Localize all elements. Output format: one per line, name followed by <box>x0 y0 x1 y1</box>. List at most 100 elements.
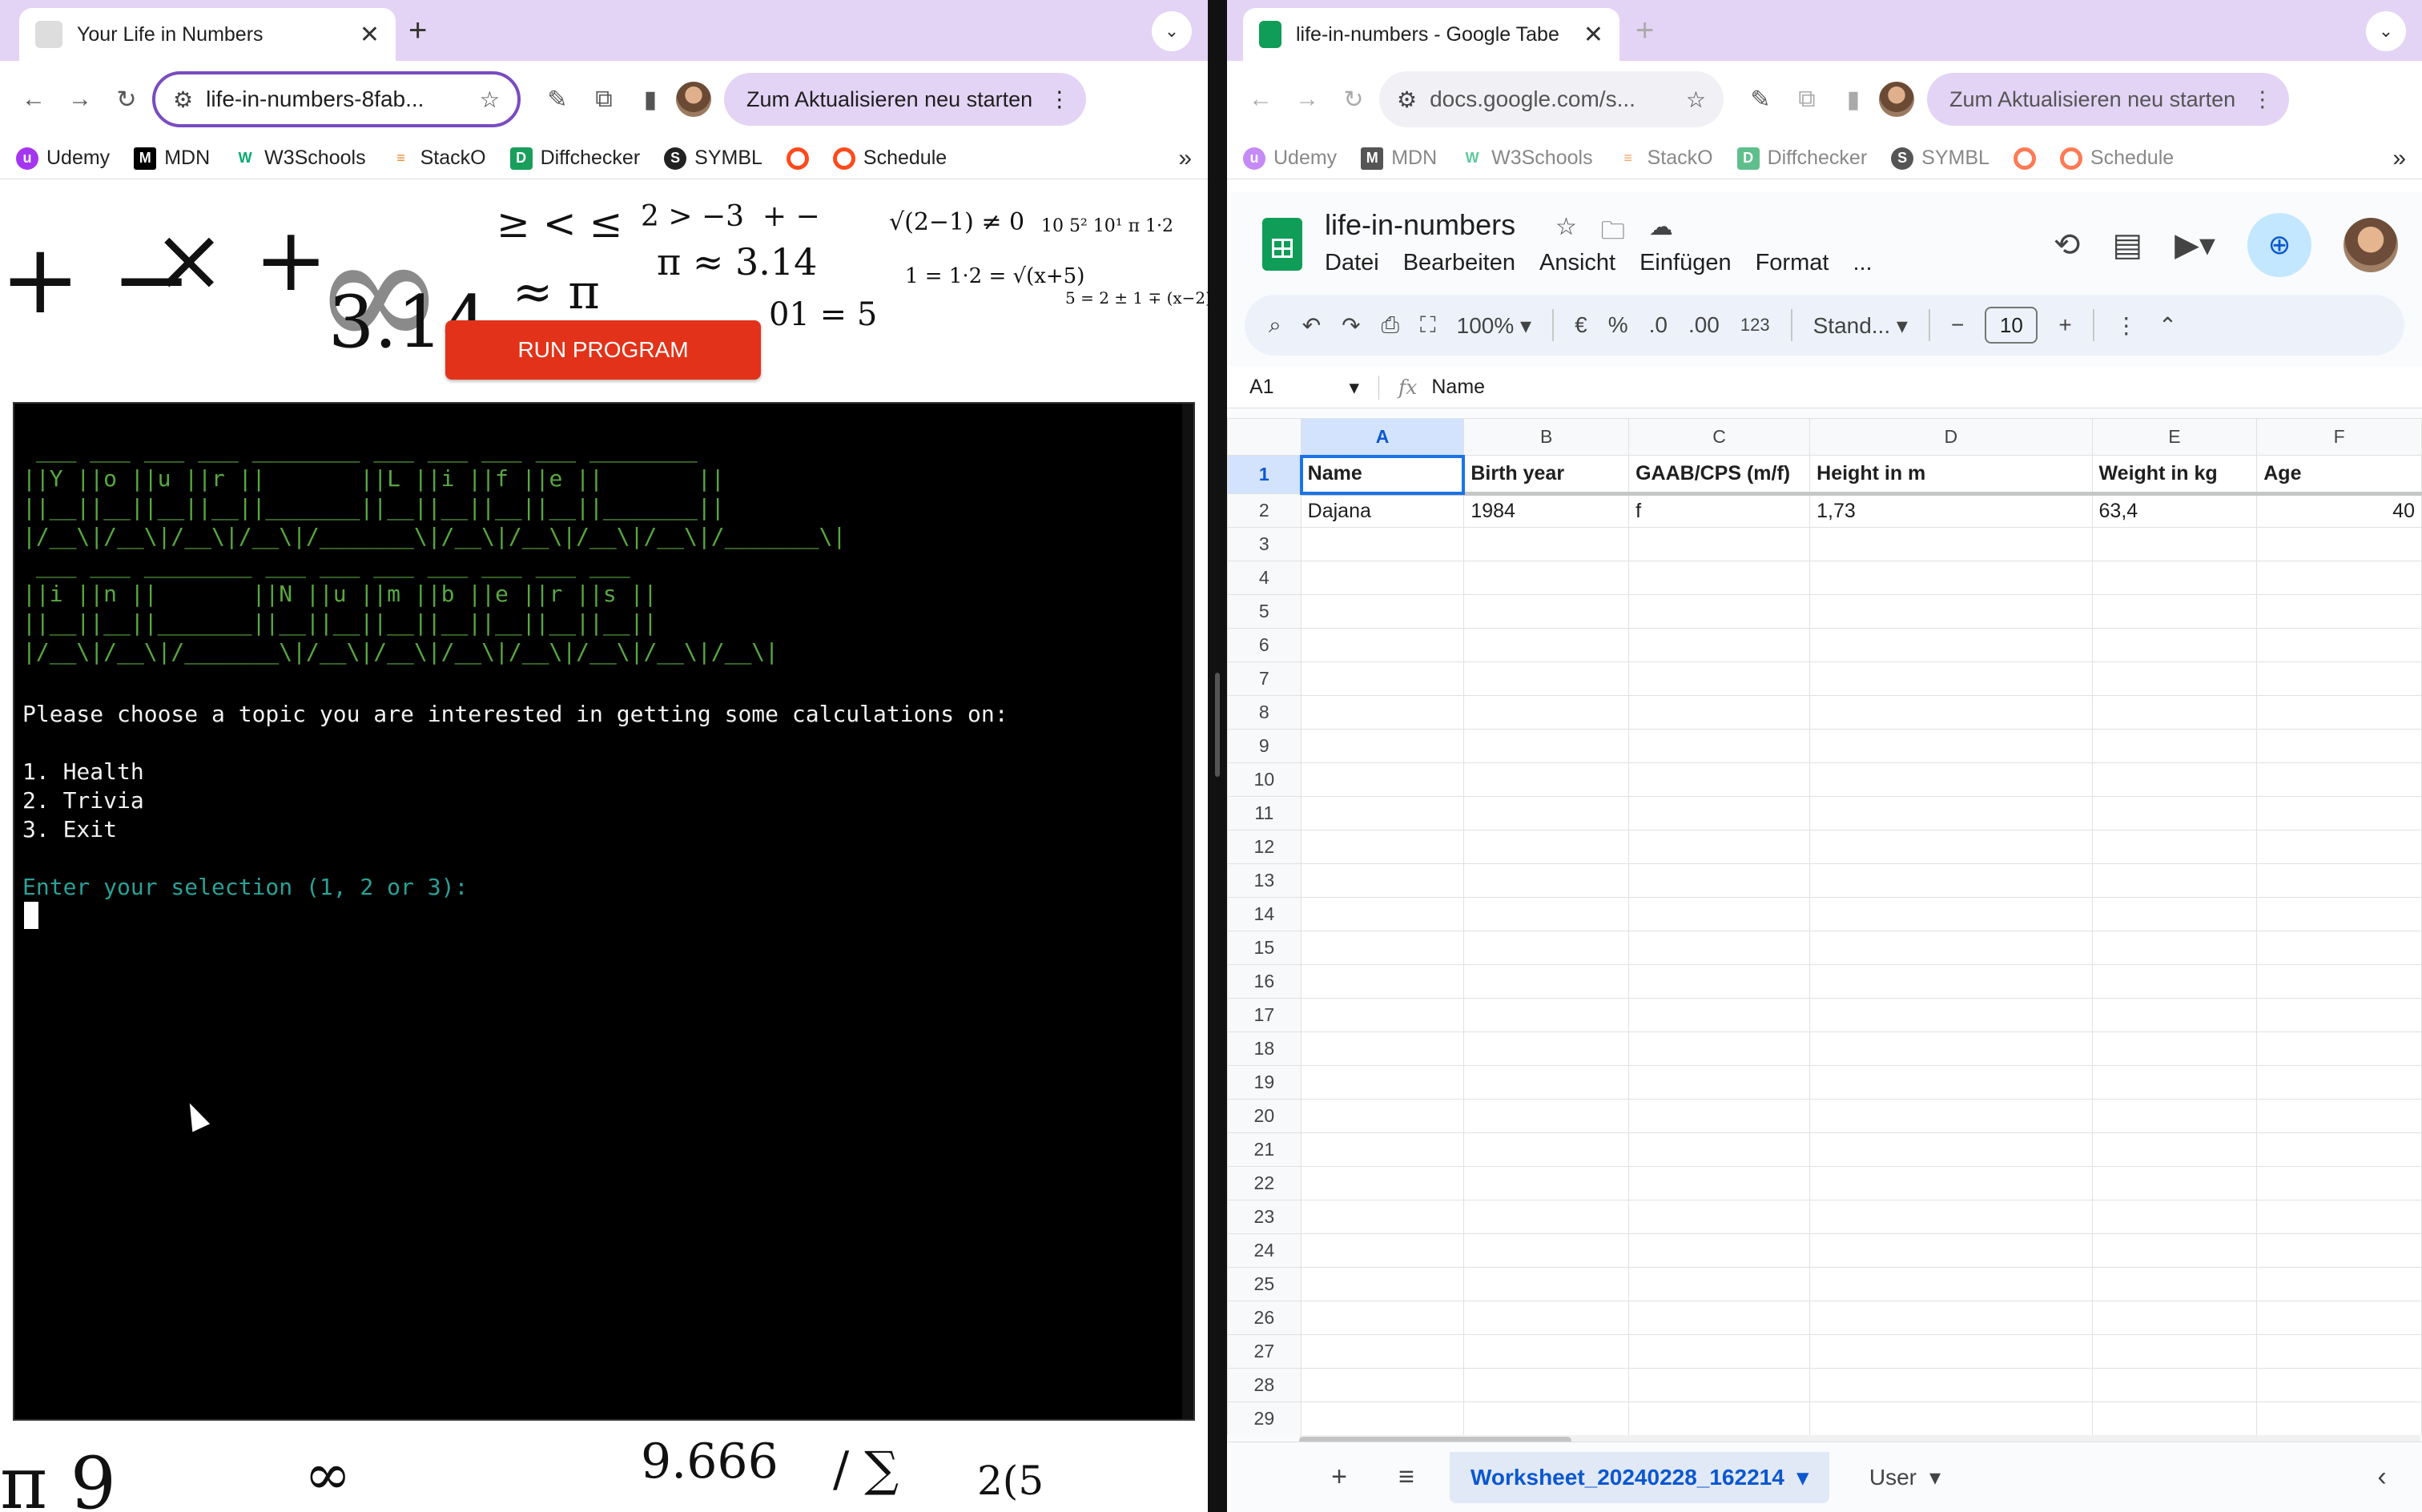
empty-cell[interactable] <box>1809 1233 2093 1268</box>
empty-cell[interactable] <box>2091 1401 2258 1435</box>
empty-cell[interactable] <box>2091 964 2258 999</box>
forward-icon[interactable]: → <box>59 78 101 120</box>
bookmark-mdn[interactable]: M MDN <box>134 147 210 170</box>
bookmark-udemy[interactable]: u Udemy <box>1243 147 1337 170</box>
empty-cell[interactable] <box>1463 729 1630 763</box>
side-panel-icon[interactable]: ▮ <box>630 78 671 120</box>
empty-cell[interactable] <box>2091 1132 2258 1167</box>
empty-cell[interactable] <box>1300 527 1465 561</box>
empty-cell[interactable] <box>1300 863 1465 898</box>
empty-cell[interactable] <box>1463 1334 1630 1369</box>
row-header[interactable]: 15 <box>1227 931 1302 965</box>
pen-extension-icon[interactable]: ✎ <box>537 78 578 120</box>
empty-cell[interactable] <box>2091 1065 2258 1100</box>
empty-cell[interactable] <box>1628 1200 1811 1234</box>
column-header-d[interactable]: D <box>1809 418 2093 456</box>
empty-cell[interactable] <box>1809 964 2093 999</box>
empty-cell[interactable] <box>2256 1099 2422 1133</box>
empty-cell[interactable] <box>1300 931 1465 965</box>
empty-cell[interactable] <box>1300 1368 1465 1402</box>
spreadsheet-grid[interactable]: A B C D E F 1 Name Birth year GAAB/CPS (… <box>1227 418 2422 1435</box>
row-header[interactable]: 19 <box>1227 1065 1302 1100</box>
empty-cell[interactable] <box>1628 561 1811 595</box>
empty-cell[interactable] <box>1463 1401 1630 1435</box>
empty-cell[interactable] <box>1300 1132 1465 1167</box>
empty-cell[interactable] <box>2091 796 2258 830</box>
menu-more[interactable]: ... <box>1853 250 1872 276</box>
empty-cell[interactable] <box>1809 931 2093 965</box>
empty-cell[interactable] <box>1628 1065 1811 1100</box>
reload-icon[interactable]: ↻ <box>106 78 147 120</box>
row-header[interactable]: 14 <box>1227 897 1302 931</box>
empty-cell[interactable] <box>1809 695 2093 730</box>
more-formats-button[interactable]: 123 <box>1740 315 1770 336</box>
empty-cell[interactable] <box>1463 594 1630 629</box>
empty-cell[interactable] <box>1463 1368 1630 1402</box>
empty-cell[interactable] <box>2256 662 2422 696</box>
row-header[interactable]: 26 <box>1227 1301 1302 1335</box>
row-header[interactable]: 11 <box>1227 796 1302 830</box>
bookmark-unnamed[interactable] <box>786 147 809 170</box>
empty-cell[interactable] <box>1300 762 1465 797</box>
column-header-a[interactable]: A <box>1300 418 1465 456</box>
empty-cell[interactable] <box>2256 998 2422 1032</box>
extensions-icon[interactable]: ⧉ <box>1786 78 1828 120</box>
extensions-icon[interactable]: ⧉ <box>583 78 625 120</box>
empty-cell[interactable] <box>2256 1301 2422 1335</box>
bookmark-w3schools[interactable]: W W3Schools <box>1461 147 1593 170</box>
empty-cell[interactable] <box>2091 1334 2258 1369</box>
empty-cell[interactable] <box>1463 1166 1630 1200</box>
empty-cell[interactable] <box>1628 1368 1811 1402</box>
row-header[interactable]: 20 <box>1227 1099 1302 1133</box>
bookmark-symbl[interactable]: S SYMBL <box>1891 147 1990 170</box>
meet-video-icon[interactable]: ▶▾ <box>2175 227 2215 263</box>
empty-cell[interactable] <box>1300 695 1465 730</box>
empty-cell[interactable] <box>1628 1166 1811 1200</box>
row-header[interactable]: 10 <box>1227 762 1302 797</box>
empty-cell[interactable] <box>2091 662 2258 696</box>
column-header-e[interactable]: E <box>2091 418 2258 456</box>
empty-cell[interactable] <box>2091 527 2258 561</box>
empty-cell[interactable] <box>1300 561 1465 595</box>
share-person-add-icon[interactable]: ⊕ <box>2247 213 2311 277</box>
update-button[interactable]: Zum Aktualisieren neu starten ⋮ <box>724 73 1087 126</box>
sheets-logo-icon[interactable] <box>1262 218 1302 271</box>
cell-a2[interactable]: Dajana <box>1300 493 1465 528</box>
empty-cell[interactable] <box>1300 729 1465 763</box>
star-icon[interactable]: ☆ <box>1555 213 1577 254</box>
tab-search-icon[interactable]: ⌄ <box>1152 11 1192 51</box>
empty-cell[interactable] <box>1628 830 1811 864</box>
empty-cell[interactable] <box>2091 1166 2258 1200</box>
empty-cell[interactable] <box>2091 628 2258 662</box>
empty-cell[interactable] <box>1628 863 1811 898</box>
empty-cell[interactable] <box>1300 1166 1465 1200</box>
close-tab-icon[interactable]: ✕ <box>1583 21 1603 49</box>
empty-cell[interactable] <box>1300 1065 1465 1100</box>
empty-cell[interactable] <box>1809 830 2093 864</box>
menu-datei[interactable]: Datei <box>1325 250 1379 276</box>
row-header[interactable]: 9 <box>1227 729 1302 763</box>
menu-ansicht[interactable]: Ansicht <box>1539 250 1615 276</box>
empty-cell[interactable] <box>1628 1099 1811 1133</box>
empty-cell[interactable] <box>1809 527 2093 561</box>
row-header[interactable]: 22 <box>1227 1166 1302 1200</box>
empty-cell[interactable] <box>2256 1401 2422 1435</box>
empty-cell[interactable] <box>2256 628 2422 662</box>
empty-cell[interactable] <box>1300 830 1465 864</box>
empty-cell[interactable] <box>1628 628 1811 662</box>
formula-input[interactable]: Name <box>1431 376 1485 399</box>
empty-cell[interactable] <box>1463 964 1630 999</box>
empty-cell[interactable] <box>1809 1301 2093 1335</box>
font-select[interactable]: Stand... ▾ <box>1813 312 1908 339</box>
empty-cell[interactable] <box>1809 796 2093 830</box>
select-all-corner[interactable] <box>1227 418 1302 456</box>
empty-cell[interactable] <box>1628 796 1811 830</box>
empty-cell[interactable] <box>1300 662 1465 696</box>
empty-cell[interactable] <box>1628 998 1811 1032</box>
cell-d2[interactable]: 1,73 <box>1809 493 2093 528</box>
empty-cell[interactable] <box>1809 1267 2093 1301</box>
empty-cell[interactable] <box>1463 931 1630 965</box>
menu-format[interactable]: Format <box>1756 250 1829 276</box>
address-bar[interactable]: ⚙ docs.google.com/s... ☆ <box>1379 71 1724 127</box>
empty-cell[interactable] <box>1809 1099 2093 1133</box>
